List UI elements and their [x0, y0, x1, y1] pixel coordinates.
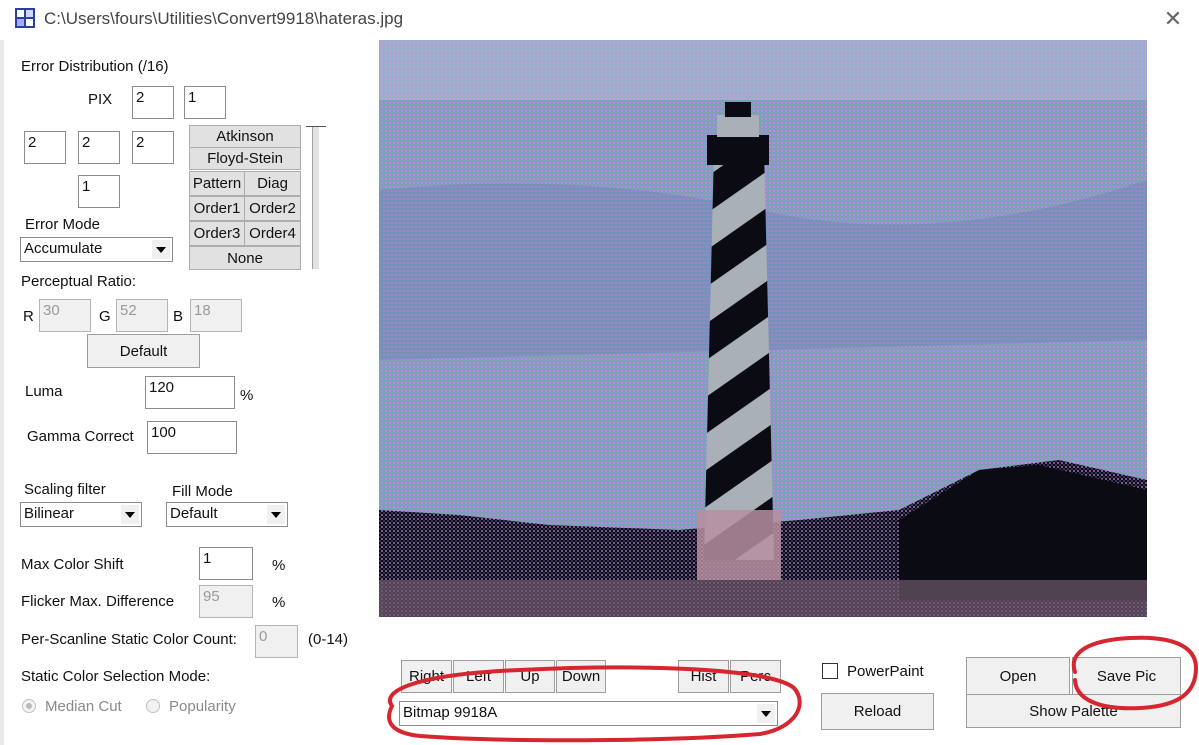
b-ratio-field[interactable]: 18 [190, 299, 242, 332]
r-ratio-field[interactable]: 30 [39, 299, 91, 332]
nav-left-button[interactable]: Left [453, 660, 504, 693]
r-label: R [23, 308, 34, 325]
powerpaint-checkbox[interactable] [822, 663, 838, 679]
order2-button[interactable]: Order2 [244, 196, 301, 221]
static-count-range: (0-14) [308, 631, 349, 648]
max-color-shift-unit: % [272, 557, 286, 574]
error-row2-left-field[interactable]: 2 [24, 131, 66, 164]
order3-button[interactable]: Order3 [189, 221, 245, 246]
flicker-field[interactable]: 95 [199, 585, 253, 618]
dither-slider-thumb[interactable] [306, 126, 326, 135]
error-mode-value: Accumulate [24, 240, 103, 257]
error-below-field[interactable]: 1 [78, 175, 120, 208]
error-pix-right-field[interactable]: 2 [132, 86, 174, 119]
scaling-filter-select[interactable]: Bilinear [20, 502, 142, 527]
error-row2-right-field[interactable]: 2 [132, 131, 174, 164]
nav-right-button[interactable]: Right [401, 660, 452, 693]
b-label: B [173, 308, 184, 325]
diag-button[interactable]: Diag [244, 171, 301, 196]
perc-button[interactable]: Perc [730, 660, 781, 693]
reload-button[interactable]: Reload [821, 693, 934, 730]
error-mode-select[interactable]: Accumulate [20, 237, 173, 262]
g-label: G [99, 308, 111, 325]
open-button[interactable]: Open [966, 657, 1070, 695]
error-row2-center-field[interactable]: 2 [78, 131, 120, 164]
default-ratio-button[interactable]: Default [87, 334, 200, 368]
chevron-down-icon[interactable] [267, 505, 285, 524]
format-value: Bitmap 9918A [403, 704, 498, 721]
format-select[interactable]: Bitmap 9918A [399, 701, 778, 726]
window-edge [0, 40, 4, 745]
perceptual-ratio-label: Perceptual Ratio: [21, 273, 137, 290]
hist-button[interactable]: Hist [678, 660, 729, 693]
app-icon [14, 7, 36, 29]
static-count-label: Per-Scanline Static Color Count: [21, 631, 237, 648]
fill-mode-select[interactable]: Default [166, 502, 288, 527]
order4-button[interactable]: Order4 [244, 221, 301, 246]
flicker-unit: % [272, 594, 286, 611]
show-palette-button[interactable]: Show Palette [966, 694, 1181, 728]
gamma-label: Gamma Correct [27, 428, 134, 445]
popularity-radio[interactable] [146, 699, 160, 713]
chevron-down-icon[interactable] [152, 240, 170, 259]
luma-field[interactable]: 120 [145, 376, 235, 409]
nav-up-button[interactable]: Up [505, 660, 555, 693]
error-distribution-heading: Error Distribution (/16) [21, 58, 169, 75]
luma-label: Luma [25, 383, 63, 400]
error-mode-label: Error Mode [25, 216, 101, 233]
gamma-field[interactable]: 100 [147, 421, 237, 454]
max-color-shift-field[interactable]: 1 [199, 547, 253, 580]
floyd-stein-button[interactable]: Floyd-Stein [189, 147, 301, 170]
nav-down-button[interactable]: Down [556, 660, 606, 693]
error-pix-far-right-field[interactable]: 1 [184, 86, 226, 119]
powerpaint-label: PowerPaint [847, 663, 924, 680]
chevron-down-icon[interactable] [121, 505, 139, 524]
luma-unit: % [240, 387, 254, 404]
popularity-label: Popularity [169, 698, 236, 715]
window-title: C:\Users\fours\Utilities\Convert9918\hat… [44, 9, 404, 28]
static-mode-label: Static Color Selection Mode: [21, 668, 211, 685]
fill-mode-label: Fill Mode [172, 483, 233, 500]
order1-button[interactable]: Order1 [189, 196, 245, 221]
median-cut-radio[interactable] [22, 699, 36, 713]
flicker-label: Flicker Max. Difference [21, 593, 175, 610]
close-icon[interactable]: ✕ [1160, 6, 1186, 32]
none-button[interactable]: None [189, 246, 301, 270]
static-count-field[interactable]: 0 [255, 625, 298, 658]
save-pic-button[interactable]: Save Pic [1072, 657, 1181, 695]
scaling-filter-label: Scaling filter [24, 481, 106, 498]
max-color-shift-label: Max Color Shift [21, 556, 124, 573]
g-ratio-field[interactable]: 52 [116, 299, 168, 332]
pattern-button[interactable]: Pattern [189, 171, 245, 196]
fill-mode-value: Default [170, 505, 218, 522]
atkinson-button[interactable]: Atkinson [189, 125, 301, 148]
image-preview [379, 40, 1147, 617]
scaling-filter-value: Bilinear [24, 505, 75, 522]
pix-label: PIX [88, 91, 113, 108]
dither-slider-track[interactable] [312, 126, 320, 269]
median-cut-label: Median Cut [45, 698, 122, 715]
chevron-down-icon[interactable] [757, 704, 775, 723]
